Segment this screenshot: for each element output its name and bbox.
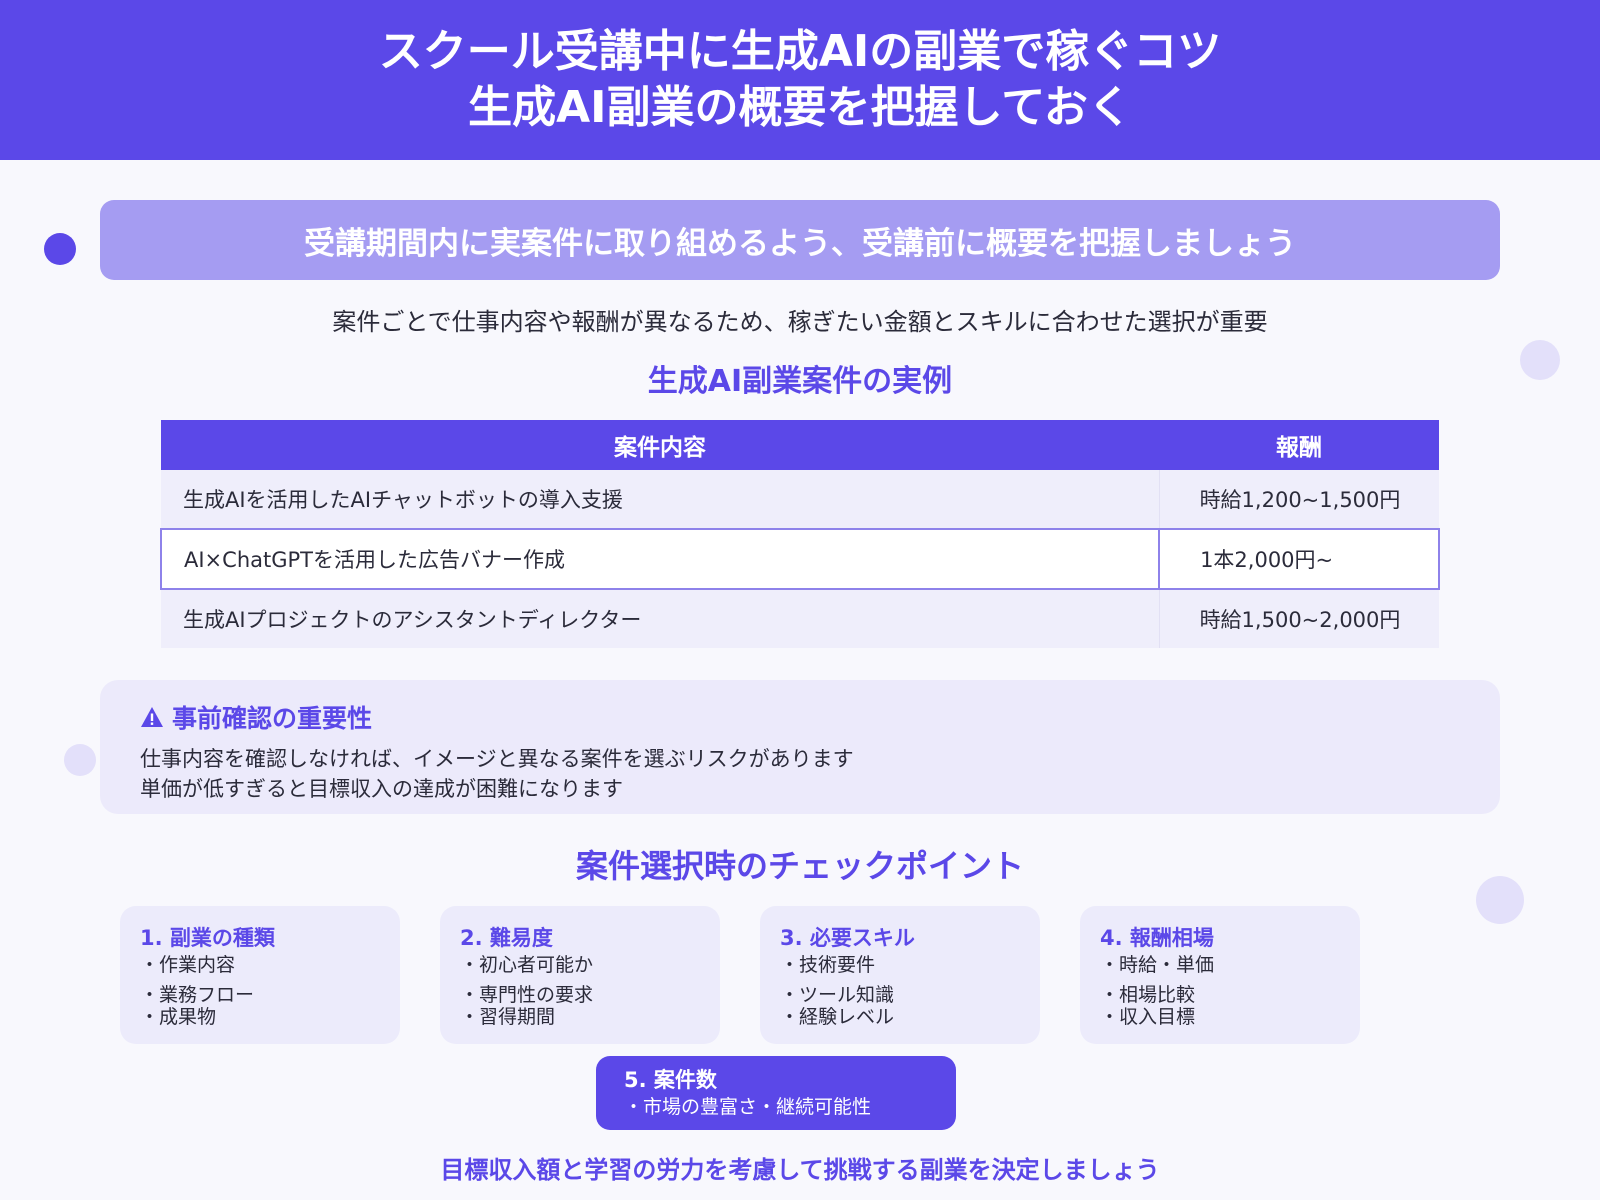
warning-icon <box>141 707 163 727</box>
card-title: 4. 報酬相場 <box>1100 926 1214 950</box>
case-reward: 時給1,200~1,500円 <box>1158 470 1439 529</box>
card-item: ・経験レベル <box>780 1006 895 1028</box>
header-title-line-2: 生成AI副業の概要を把握しておく <box>468 82 1132 133</box>
case-content: 生成AIを活用したAIチャットボットの導入支援 <box>161 470 1160 529</box>
card-item: ・初心者可能か <box>460 954 594 976</box>
table-row: 生成AIを活用したAIチャットボットの導入支援 時給1,200~1,500円 <box>161 470 1439 529</box>
column-header-reward: 報酬 <box>1159 420 1439 470</box>
header-title-line-1: スクール受講中に生成AIの副業で稼ぐコツ <box>378 26 1222 77</box>
decorative-dot <box>44 233 76 265</box>
warning-title: 事前確認の重要性 <box>172 704 373 733</box>
examples-title: 生成AI副業案件の実例 <box>647 364 953 399</box>
decorative-dot <box>64 744 96 776</box>
card-item: ・ツール知識 <box>780 984 895 1006</box>
table-row-highlighted: AI×ChatGPTを活用した広告バナー作成 1本2,000円~ <box>159 528 1440 590</box>
case-reward: 時給1,500~2,000円 <box>1158 589 1439 648</box>
card-item: ・技術要件 <box>780 954 876 976</box>
card-title: 2. 難易度 <box>460 926 553 950</box>
intro-banner: 受講期間内に実案件に取り組めるよう、受講前に概要を把握しましょう <box>100 200 1500 280</box>
card-item: ・習得期間 <box>460 1006 556 1028</box>
closing-message: 目標収入額と学習の労力を考慮して挑戦する副業を決定しましょう <box>440 1156 1160 1184</box>
case-content: 生成AIプロジェクトのアシスタントディレクター <box>161 589 1160 648</box>
card-item: ・収入目標 <box>1100 1006 1196 1028</box>
card-item: ・業務フロー <box>140 984 255 1006</box>
case-reward: 1本2,000円~ <box>1158 528 1440 590</box>
warning-line: 単価が低すぎると目標収入の達成が困難になります <box>140 777 623 801</box>
warning-line: 仕事内容を確認しなければ、イメージと異なる案件を選ぶリスクがあります <box>140 747 854 771</box>
card-title: 5. 案件数 <box>624 1068 717 1092</box>
warning-box: 事前確認の重要性 仕事内容を確認しなければ、イメージと異なる案件を選ぶリスクがあ… <box>100 680 1500 814</box>
table-header-row: 案件内容 報酬 <box>161 420 1439 470</box>
card-item: ・専門性の要求 <box>460 984 594 1006</box>
card-title: 3. 必要スキル <box>780 926 915 950</box>
checkpoint-card-reward: 4. 報酬相場 ・時給・単価 ・相場比較 ・収入目標 <box>1080 906 1360 1044</box>
card-item: ・相場比較 <box>1100 984 1196 1006</box>
checkpoint-card-difficulty: 2. 難易度 ・初心者可能か ・専門性の要求 ・習得期間 <box>440 906 720 1044</box>
case-content: AI×ChatGPTを活用した広告バナー作成 <box>159 528 1160 590</box>
card-item: ・時給・単価 <box>1100 954 1215 976</box>
lead-text: 案件ごとで仕事内容や報酬が異なるため、稼ぎたい金額とスキルに合わせた選択が重要 <box>332 308 1268 336</box>
page-header: スクール受講中に生成AIの副業で稼ぐコツ 生成AI副業の概要を把握しておく <box>0 0 1600 160</box>
checkpoints-title: 案件選択時のチェックポイント <box>575 847 1024 885</box>
card-item: ・成果物 <box>140 1006 217 1028</box>
warning-heading: 事前確認の重要性 <box>140 700 1460 734</box>
checkpoint-card-count: 5. 案件数 ・市場の豊富さ・継続可能性 <box>596 1056 956 1130</box>
card-item: ・作業内容 <box>140 954 236 976</box>
table-row: 生成AIプロジェクトのアシスタントディレクター 時給1,500~2,000円 <box>161 589 1439 648</box>
card-item: ・市場の豊富さ・継続可能性 <box>624 1096 872 1118</box>
column-header-content: 案件内容 <box>161 420 1160 470</box>
examples-table: 案件内容 報酬 生成AIを活用したAIチャットボットの導入支援 時給1,200~… <box>159 420 1440 648</box>
card-title: 1. 副業の種類 <box>140 926 275 950</box>
checkpoint-card-skills: 3. 必要スキル ・技術要件 ・ツール知識 ・経験レベル <box>760 906 1040 1044</box>
checkpoint-card-type: 1. 副業の種類 ・作業内容 ・業務フロー ・成果物 <box>120 906 400 1044</box>
